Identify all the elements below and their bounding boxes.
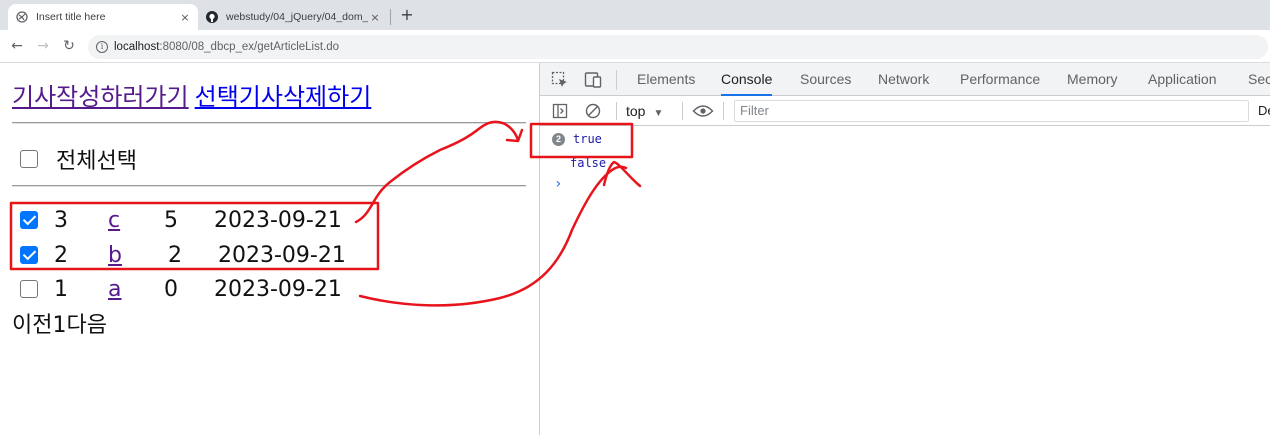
article-hit: 5 — [164, 207, 178, 233]
toolbar-divider — [616, 102, 617, 120]
live-expression-eye-icon[interactable] — [692, 102, 714, 120]
article-date: 2023-09-21 — [218, 242, 346, 268]
tab-performance[interactable]: Performance — [960, 63, 1040, 96]
context-selector[interactable]: top ▼ — [626, 103, 663, 119]
clear-console-icon[interactable] — [584, 102, 602, 120]
new-tab-button[interactable]: + — [398, 5, 416, 25]
log-value: true — [573, 132, 602, 146]
table-row: 2 b 2 2023-09-21 — [20, 240, 346, 270]
article-date: 2023-09-21 — [214, 207, 342, 233]
reload-icon[interactable]: ↻ — [60, 37, 78, 55]
devtools-tab-bar: Elements Console Sources Network Perform… — [540, 63, 1270, 96]
tab-sources[interactable]: Sources — [800, 63, 851, 96]
divider — [12, 185, 526, 187]
tab-console[interactable]: Console — [721, 63, 773, 96]
console-log-entry: false — [570, 153, 606, 173]
toolbar-divider — [723, 102, 724, 120]
article-no: 2 — [54, 242, 68, 268]
toolbar-divider — [616, 70, 617, 90]
device-toolbar-icon[interactable] — [584, 71, 602, 89]
select-all-label: 전체선택 — [56, 149, 137, 174]
address-bar[interactable]: i localhost:8080/08_dbcp_ex/getArticleLi… — [88, 35, 1268, 59]
article-date: 2023-09-21 — [214, 276, 342, 302]
log-levels-dropdown[interactable]: De — [1258, 103, 1270, 118]
close-tab-icon[interactable]: × — [178, 11, 192, 24]
select-all-checkbox[interactable] — [20, 150, 38, 168]
article-title-link[interactable]: a — [108, 277, 121, 302]
tab-security[interactable]: Sec — [1248, 63, 1270, 96]
log-value: false — [570, 156, 607, 170]
delete-selected-link[interactable]: 선택기사삭제하기 — [195, 83, 372, 111]
write-article-link[interactable]: 기사작성하러가기 — [12, 83, 189, 111]
table-row: 1 a 0 2023-09-21 — [20, 274, 342, 304]
browser-tab-insert-title[interactable]: Insert title here × — [8, 4, 198, 30]
site-info-icon[interactable]: i — [96, 41, 108, 53]
tab-network[interactable]: Network — [878, 63, 929, 96]
toolbar-divider — [682, 102, 683, 120]
browser-tab-github[interactable]: webstudy/04_jQuery/04_dom_ × — [200, 4, 388, 30]
back-arrow-icon[interactable]: ← — [8, 37, 26, 55]
article-hit: 2 — [168, 242, 182, 268]
select-all[interactable]: 전체선택 — [20, 143, 137, 175]
tab-title: Insert title here — [36, 11, 106, 23]
divider — [12, 122, 526, 124]
globe-icon — [16, 11, 28, 23]
tab-memory[interactable]: Memory — [1067, 63, 1118, 96]
console-filter-input[interactable]: Filter — [734, 100, 1249, 122]
console-output: 2 true false › — [540, 127, 1270, 435]
sidebar-toggle-icon[interactable] — [551, 102, 569, 120]
row-checkbox[interactable] — [20, 280, 38, 298]
page-viewport: 기사작성하러가기 선택기사삭제하기 전체선택 3 c 5 2023-09-21 2… — [0, 63, 539, 435]
console-toolbar: top▼ Filter De — [540, 96, 1270, 126]
forward-arrow-icon[interactable]: → — [34, 37, 52, 55]
github-icon — [206, 11, 218, 23]
article-title-link[interactable]: b — [108, 243, 122, 268]
article-title-link[interactable]: c — [108, 208, 120, 233]
browser-toolbar: ← → ↻ i localhost:8080/08_dbcp_ex/getArt… — [0, 30, 1270, 63]
tab-separator — [390, 9, 391, 25]
console-prompt[interactable]: › — [554, 176, 562, 192]
tab-application[interactable]: Application — [1148, 63, 1217, 96]
page-links: 기사작성하러가기 선택기사삭제하기 — [12, 77, 371, 112]
pagination[interactable]: 이전1다음 — [12, 307, 107, 339]
tab-title: webstudy/04_jQuery/04_dom_ — [226, 11, 368, 23]
inspect-element-icon[interactable] — [551, 71, 569, 89]
article-no: 1 — [54, 276, 68, 302]
tab-elements[interactable]: Elements — [637, 63, 695, 96]
row-checkbox[interactable] — [20, 211, 38, 229]
dropdown-arrow-icon: ▼ — [653, 108, 664, 119]
article-hit: 0 — [164, 276, 178, 302]
repeat-count-badge: 2 — [552, 132, 565, 146]
close-tab-icon[interactable]: × — [368, 11, 382, 24]
devtools-panel: Elements Console Sources Network Perform… — [539, 63, 1270, 435]
console-log-entry: 2 true — [552, 129, 602, 149]
article-no: 3 — [54, 207, 68, 233]
browser-tab-strip: Insert title here × webstudy/04_jQuery/0… — [0, 0, 1270, 30]
table-row: 3 c 5 2023-09-21 — [20, 205, 342, 235]
row-checkbox[interactable] — [20, 246, 38, 264]
url-text: localhost:8080/08_dbcp_ex/getArticleList… — [114, 41, 340, 53]
